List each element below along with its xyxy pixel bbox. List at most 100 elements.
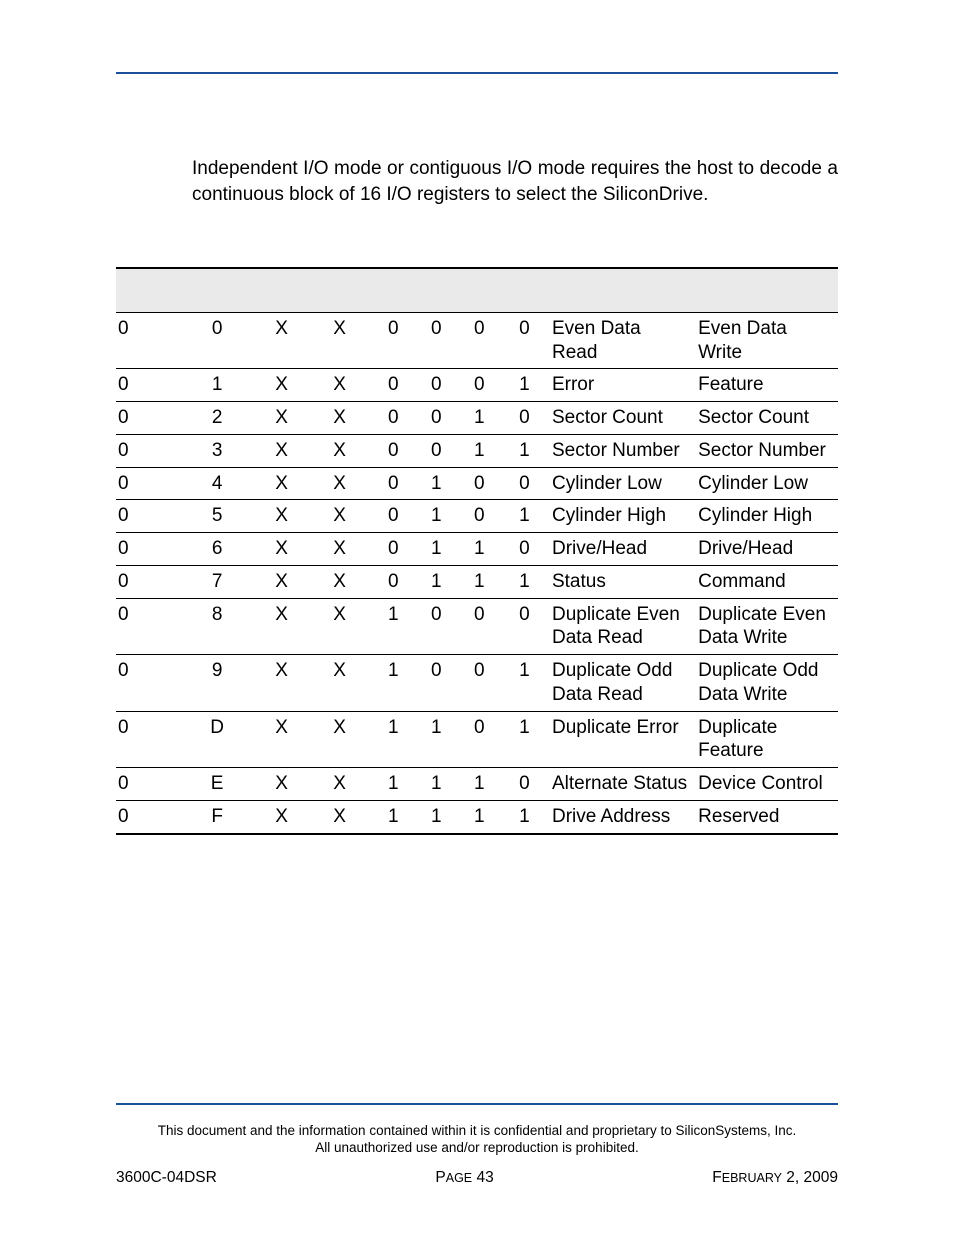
cell-c0: 0 bbox=[116, 434, 180, 467]
table-row: 04XX0100Cylinder LowCylinder Low bbox=[116, 467, 838, 500]
footer-right-sc: EBRUARY bbox=[722, 1171, 782, 1185]
footer-center: PAGE 43 bbox=[435, 1169, 493, 1187]
cell-c4: 0 bbox=[374, 533, 417, 566]
cell-c8: Sector Count bbox=[550, 402, 696, 435]
cell-c3: X bbox=[309, 312, 373, 369]
table-header-row bbox=[116, 268, 838, 312]
cell-c3: X bbox=[309, 655, 373, 712]
cell-c7: 0 bbox=[503, 598, 550, 655]
cell-c2: X bbox=[258, 312, 310, 369]
cell-c9: Even Data Write bbox=[696, 312, 838, 369]
cell-c8: Sector Number bbox=[550, 434, 696, 467]
cell-c5: 1 bbox=[417, 500, 460, 533]
cell-c8: Drive Address bbox=[550, 800, 696, 833]
cell-c6: 1 bbox=[460, 533, 503, 566]
th-4 bbox=[374, 268, 417, 312]
th-1 bbox=[180, 268, 257, 312]
cell-c6: 1 bbox=[460, 434, 503, 467]
th-8 bbox=[550, 268, 696, 312]
cell-c7: 0 bbox=[503, 533, 550, 566]
cell-c5: 1 bbox=[417, 467, 460, 500]
cell-c7: 1 bbox=[503, 565, 550, 598]
cell-c8: Status bbox=[550, 565, 696, 598]
cell-c3: X bbox=[309, 598, 373, 655]
table-row: 00XX0000Even Data ReadEven Data Write bbox=[116, 312, 838, 369]
table-row: 07XX0111StatusCommand bbox=[116, 565, 838, 598]
cell-c2: X bbox=[258, 800, 310, 833]
cell-c9: Duplicate Feature bbox=[696, 711, 838, 768]
cell-c0: 0 bbox=[116, 500, 180, 533]
table-row: 0FXX1111Drive AddressReserved bbox=[116, 800, 838, 833]
cell-c5: 0 bbox=[417, 402, 460, 435]
footer: 3600C-04DSR PAGE 43 FEBRUARY 2, 2009 bbox=[116, 1169, 838, 1187]
th-9 bbox=[696, 268, 838, 312]
cell-c1: 2 bbox=[180, 402, 257, 435]
cell-c9: Drive/Head bbox=[696, 533, 838, 566]
cell-c0: 0 bbox=[116, 655, 180, 712]
cell-c8: Cylinder Low bbox=[550, 467, 696, 500]
cell-c3: X bbox=[309, 369, 373, 402]
table-row: 0DXX1101Duplicate ErrorDuplicate Feature bbox=[116, 711, 838, 768]
cell-c7: 1 bbox=[503, 711, 550, 768]
th-6 bbox=[460, 268, 503, 312]
disclaimer-line-2: All unauthorized use and/or reproduction… bbox=[315, 1140, 638, 1155]
cell-c6: 0 bbox=[460, 369, 503, 402]
cell-c7: 1 bbox=[503, 434, 550, 467]
cell-c4: 0 bbox=[374, 369, 417, 402]
cell-c7: 1 bbox=[503, 500, 550, 533]
cell-c3: X bbox=[309, 711, 373, 768]
cell-c8: Even Data Read bbox=[550, 312, 696, 369]
cell-c0: 0 bbox=[116, 768, 180, 801]
table-row: 06XX0110Drive/HeadDrive/Head bbox=[116, 533, 838, 566]
cell-c7: 1 bbox=[503, 369, 550, 402]
cell-c1: 8 bbox=[180, 598, 257, 655]
footer-center-sc: AGE bbox=[446, 1171, 472, 1185]
cell-c9: Command bbox=[696, 565, 838, 598]
cell-c0: 0 bbox=[116, 598, 180, 655]
cell-c3: X bbox=[309, 565, 373, 598]
cell-c9: Feature bbox=[696, 369, 838, 402]
table-row: 05XX0101Cylinder HighCylinder High bbox=[116, 500, 838, 533]
cell-c4: 1 bbox=[374, 800, 417, 833]
page: Independent I/O mode or contiguous I/O m… bbox=[0, 0, 954, 1235]
th-2 bbox=[258, 268, 310, 312]
cell-c2: X bbox=[258, 533, 310, 566]
footer-left: 3600C-04DSR bbox=[116, 1169, 217, 1187]
cell-c0: 0 bbox=[116, 533, 180, 566]
cell-c1: 0 bbox=[180, 312, 257, 369]
cell-c4: 0 bbox=[374, 467, 417, 500]
cell-c4: 0 bbox=[374, 434, 417, 467]
cell-c8: Error bbox=[550, 369, 696, 402]
cell-c9: Cylinder Low bbox=[696, 467, 838, 500]
cell-c2: X bbox=[258, 565, 310, 598]
cell-c6: 1 bbox=[460, 402, 503, 435]
cell-c8: Duplicate Odd Data Read bbox=[550, 655, 696, 712]
cell-c4: 0 bbox=[374, 565, 417, 598]
cell-c9: Cylinder High bbox=[696, 500, 838, 533]
cell-c1: 4 bbox=[180, 467, 257, 500]
register-table: 00XX0000Even Data ReadEven Data Write01X… bbox=[116, 267, 838, 834]
cell-c5: 0 bbox=[417, 312, 460, 369]
cell-c0: 0 bbox=[116, 711, 180, 768]
cell-c2: X bbox=[258, 467, 310, 500]
cell-c6: 0 bbox=[460, 711, 503, 768]
intro-paragraph: Independent I/O mode or contiguous I/O m… bbox=[192, 156, 838, 207]
cell-c6: 0 bbox=[460, 500, 503, 533]
cell-c9: Sector Number bbox=[696, 434, 838, 467]
cell-c4: 1 bbox=[374, 711, 417, 768]
footer-center-num: 43 bbox=[472, 1169, 494, 1186]
footer-center-prefix: P bbox=[435, 1169, 445, 1186]
cell-c0: 0 bbox=[116, 565, 180, 598]
cell-c2: X bbox=[258, 598, 310, 655]
cell-c3: X bbox=[309, 467, 373, 500]
disclaimer-line-1: This document and the information contai… bbox=[158, 1123, 797, 1138]
cell-c3: X bbox=[309, 500, 373, 533]
table-row: 03XX0011Sector NumberSector Number bbox=[116, 434, 838, 467]
table-row: 02XX0010Sector CountSector Count bbox=[116, 402, 838, 435]
footer-right-prefix: F bbox=[712, 1169, 721, 1186]
th-5 bbox=[417, 268, 460, 312]
cell-c6: 0 bbox=[460, 598, 503, 655]
cell-c2: X bbox=[258, 369, 310, 402]
cell-c4: 1 bbox=[374, 598, 417, 655]
cell-c7: 1 bbox=[503, 655, 550, 712]
